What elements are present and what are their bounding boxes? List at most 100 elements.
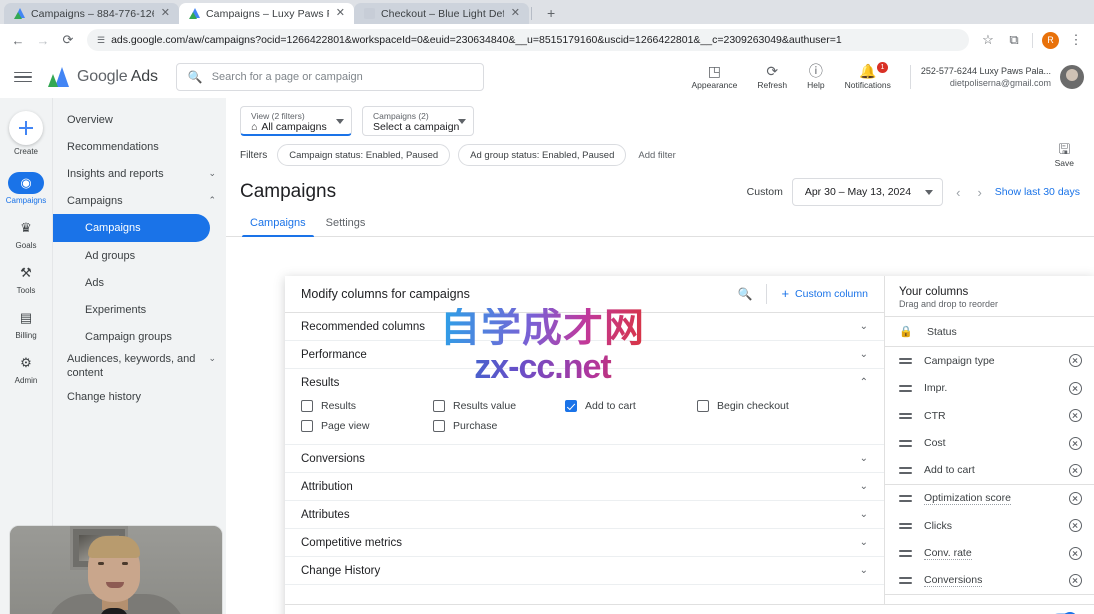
checkbox-box[interactable]: [433, 420, 445, 432]
campaign-selector[interactable]: Campaigns (2) Select a campaign: [362, 106, 474, 136]
section-header[interactable]: Conversions ⌄: [285, 445, 884, 472]
checkbox-box[interactable]: [301, 400, 313, 412]
remove-column-icon[interactable]: [1069, 491, 1082, 505]
column-row-conversions[interactable]: Conversions: [885, 567, 1094, 595]
rail-item-goals[interactable]: ♛ Goals: [2, 212, 50, 255]
custom-column-button[interactable]: + Custom column: [767, 287, 868, 300]
chrome-menu-icon[interactable]: ⋮: [1064, 28, 1088, 52]
filter-chip-ad-group-status[interactable]: Ad group status: Enabled, Paused: [458, 144, 627, 166]
checkbox-results-value[interactable]: Results value: [433, 396, 565, 416]
sidebar-group-campaigns[interactable]: Campaigns ⌃: [53, 187, 226, 214]
section-header[interactable]: Change History ⌄: [285, 557, 884, 584]
search-input[interactable]: 🔍 Search for a page or campaign: [175, 63, 484, 91]
close-icon[interactable]: ✕: [160, 8, 171, 19]
rail-item-tools[interactable]: ⚒ Tools: [2, 257, 50, 300]
sidebar-item-change-history[interactable]: Change history: [53, 384, 226, 411]
checkbox-box[interactable]: [301, 420, 313, 432]
remove-column-icon[interactable]: [1069, 463, 1082, 477]
next-period-button[interactable]: ›: [973, 185, 985, 200]
account-info[interactable]: 252-577-6244 Luxy Paws Pala... dietpolis…: [921, 65, 1051, 89]
column-row-clicks[interactable]: Clicks: [885, 512, 1094, 540]
drag-handle-icon[interactable]: [899, 467, 912, 474]
checkbox-add-to-cart[interactable]: Add to cart: [565, 396, 697, 416]
tab-campaigns[interactable]: Campaigns: [240, 212, 316, 237]
remove-column-icon[interactable]: [1069, 354, 1082, 368]
drag-handle-icon[interactable]: [899, 357, 912, 364]
rail-item-admin[interactable]: ⚙ Admin: [2, 347, 50, 390]
chrome-profile-avatar[interactable]: R: [1042, 31, 1059, 49]
column-row-conv-rate[interactable]: Conv. rate: [885, 540, 1094, 568]
bookmark-star-icon[interactable]: ☆: [976, 28, 1000, 52]
back-button[interactable]: ←: [6, 28, 30, 52]
checkbox-results[interactable]: Results: [301, 396, 433, 416]
new-tab-button[interactable]: +: [542, 5, 560, 21]
browser-tab[interactable]: Checkout – Blue Light Defend ✕: [354, 3, 529, 24]
column-row-cost[interactable]: Cost: [885, 430, 1094, 458]
hamburger-icon[interactable]: [14, 71, 32, 83]
appearance-button[interactable]: ◳ Appearance: [683, 62, 747, 92]
drag-handle-icon[interactable]: [899, 495, 912, 502]
sidebar-item-overview[interactable]: Overview: [53, 106, 226, 133]
drag-handle-icon[interactable]: [899, 522, 912, 529]
sidebar-item-recommendations[interactable]: Recommendations: [53, 133, 226, 160]
column-row-add-to-cart[interactable]: Add to cart: [885, 457, 1094, 485]
rail-item-campaigns[interactable]: ◉ Campaigns: [2, 167, 50, 210]
checkbox-box[interactable]: [697, 400, 709, 412]
show-last-30-days-link[interactable]: Show last 30 days: [995, 186, 1080, 198]
column-row-impr[interactable]: Impr.: [885, 375, 1094, 403]
save-button[interactable]: 🖫 Save: [1055, 142, 1080, 168]
remove-column-icon[interactable]: [1069, 409, 1082, 423]
sidebar-item-insights-and-reports[interactable]: Insights and reports ⌄: [53, 160, 226, 187]
remove-column-icon[interactable]: [1069, 436, 1082, 450]
checkbox-purchase[interactable]: Purchase: [433, 416, 565, 436]
checkbox-page-view[interactable]: Page view: [301, 416, 433, 436]
column-row-campaign-type[interactable]: Campaign type: [885, 347, 1094, 375]
browser-tab-active[interactable]: Campaigns – Luxy Paws Pala: ✕: [179, 3, 354, 24]
address-bar[interactable]: ☰ ads.google.com/aw/campaigns?ocid=12664…: [87, 29, 969, 51]
drag-handle-icon[interactable]: [899, 412, 912, 419]
close-icon[interactable]: ✕: [335, 8, 346, 19]
add-filter-button[interactable]: Add filter: [634, 150, 680, 161]
forward-button[interactable]: →: [31, 28, 55, 52]
sidebar-item-audiences-keywords-content[interactable]: Audiences, keywords, and content ⌄: [53, 350, 226, 384]
checkbox-box[interactable]: [433, 400, 445, 412]
remove-column-icon[interactable]: [1069, 546, 1082, 560]
view-selector[interactable]: View (2 filters) ⌂ All campaigns: [240, 106, 352, 136]
filter-chip-campaign-status[interactable]: Campaign status: Enabled, Paused: [277, 144, 451, 166]
section-header[interactable]: Performance ⌄: [285, 341, 884, 368]
checkbox-begin-checkout[interactable]: Begin checkout: [697, 396, 829, 416]
prev-period-button[interactable]: ‹: [952, 185, 964, 200]
column-row-optimization-score[interactable]: Optimization score: [885, 485, 1094, 513]
section-header[interactable]: Competitive metrics ⌄: [285, 529, 884, 556]
date-range-picker[interactable]: Apr 30 – May 13, 2024: [791, 178, 944, 206]
avatar[interactable]: [1060, 65, 1084, 89]
checkbox-box[interactable]: [565, 400, 577, 412]
tab-settings[interactable]: Settings: [316, 212, 376, 236]
sidebar-item-campaigns[interactable]: Campaigns: [53, 214, 210, 242]
section-header[interactable]: Recommended columns ⌄: [285, 313, 884, 340]
refresh-button[interactable]: ⟳ Refresh: [748, 62, 796, 92]
remove-column-icon[interactable]: [1069, 381, 1082, 395]
sidebar-item-experiments[interactable]: Experiments: [53, 296, 226, 323]
remove-column-icon[interactable]: [1069, 519, 1082, 533]
sidebar-item-ads[interactable]: Ads: [53, 269, 226, 296]
browser-tab[interactable]: Campaigns – 884-776-1262 ✕: [4, 3, 179, 24]
section-header[interactable]: Results ⌃: [285, 369, 884, 396]
reload-button[interactable]: ⟳: [56, 28, 80, 52]
drag-handle-icon[interactable]: [899, 385, 912, 392]
drag-handle-icon[interactable]: [899, 440, 912, 447]
extensions-icon[interactable]: ⧉: [1002, 28, 1026, 52]
section-header[interactable]: Attributes ⌄: [285, 501, 884, 528]
sidebar-item-campaign-groups[interactable]: Campaign groups: [53, 323, 226, 350]
section-header[interactable]: Attribution ⌄: [285, 473, 884, 500]
drag-handle-icon[interactable]: [899, 550, 912, 557]
drag-handle-icon[interactable]: [899, 577, 912, 584]
create-button[interactable]: Create: [2, 106, 50, 161]
column-row-ctr[interactable]: CTR: [885, 402, 1094, 430]
sidebar-item-ad-groups[interactable]: Ad groups: [53, 242, 226, 269]
site-settings-icon[interactable]: ☰: [97, 35, 105, 46]
help-button[interactable]: ⓘ Help: [798, 62, 833, 92]
rail-item-billing[interactable]: ▤ Billing: [2, 302, 50, 345]
remove-column-icon[interactable]: [1069, 573, 1082, 587]
close-icon[interactable]: ✕: [510, 8, 521, 19]
